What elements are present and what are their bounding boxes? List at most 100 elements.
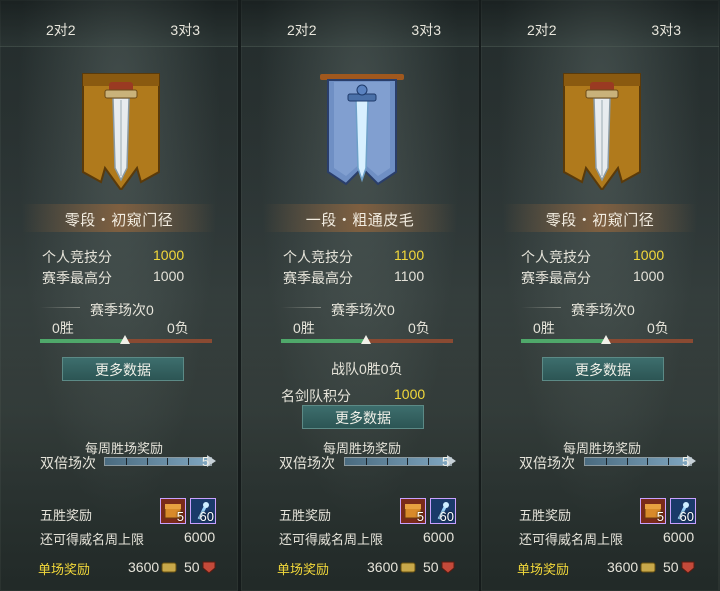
tab-3v3[interactable]: 3对3 <box>411 20 441 40</box>
single-token-value: 50 <box>184 559 200 575</box>
losses-count: 0负 <box>408 320 430 336</box>
progress-tick <box>147 458 148 465</box>
progress-tick <box>126 458 127 465</box>
item-count: 60 <box>679 509 694 524</box>
team-score-label: 名剑队积分 <box>281 388 351 404</box>
tab-3v3[interactable]: 3对3 <box>170 20 200 40</box>
win-loss-marker <box>120 335 130 344</box>
treasure-chest-item-icon[interactable]: 5 <box>400 498 426 524</box>
progress-tick <box>606 458 607 465</box>
item-count: 60 <box>199 509 214 524</box>
prestige-cap-label: 还可得威名周上限 <box>40 532 145 547</box>
season-matches: 赛季场次0 <box>571 302 635 318</box>
season-high-label: 赛季最高分 <box>42 270 112 286</box>
progress-tick <box>627 458 628 465</box>
mode-tabs: 2对2 3对3 <box>481 0 719 47</box>
double-matches-label: 双倍场次 <box>40 455 96 471</box>
more-data-button[interactable]: 更多数据 <box>542 357 664 381</box>
divider <box>40 307 80 308</box>
coin-icon <box>400 562 416 573</box>
single-coin-value: 3600 <box>607 559 639 575</box>
season-high-value: 1000 <box>153 268 185 284</box>
treasure-chest-item-icon[interactable]: 5 <box>640 498 666 524</box>
mode-tabs: 2对2 3对3 <box>241 0 479 47</box>
shield-token-icon <box>681 561 695 574</box>
prestige-cap-label: 还可得威名周上限 <box>519 532 624 547</box>
treasure-chest-item-icon[interactable]: 5 <box>160 498 186 524</box>
double-matches-count: 5 <box>202 454 210 469</box>
more-data-button[interactable]: 更多数据 <box>62 357 184 381</box>
gold-banner-sword-icon <box>563 73 641 190</box>
rank-title: 一段・粗通皮毛 <box>305 212 415 229</box>
gold-banner-sword-icon <box>82 73 160 190</box>
double-matches-count: 5 <box>682 454 690 469</box>
double-matches-progress <box>104 457 212 466</box>
arena-panel-right: 2对2 3对3 零段・初窥门径 个人竞技分 1000 赛季最高分 1000 赛季… <box>481 0 719 591</box>
season-matches: 赛季场次0 <box>90 302 154 318</box>
single-match-reward-label: 单场奖励 <box>277 562 330 577</box>
double-matches-progress <box>344 457 452 466</box>
single-match-reward-label: 单场奖励 <box>38 562 91 577</box>
divider <box>521 307 561 308</box>
win-loss-marker <box>361 335 371 344</box>
progress-tick <box>387 458 388 465</box>
skill-scroll-item-icon[interactable]: 60 <box>430 498 456 524</box>
progress-tick <box>647 458 648 465</box>
item-count: 5 <box>656 509 664 524</box>
coin-icon <box>161 562 177 573</box>
double-matches-label: 双倍场次 <box>519 455 575 471</box>
shield-token-icon <box>202 561 216 574</box>
progress-fill <box>585 458 689 465</box>
losses-count: 0负 <box>647 320 669 336</box>
five-win-reward-label: 五胜奖励 <box>519 508 572 523</box>
personal-score-value: 1100 <box>394 247 425 263</box>
single-token-value: 50 <box>663 559 679 575</box>
team-score-value: 1000 <box>394 386 426 402</box>
progress-tick <box>188 458 189 465</box>
arena-panel-left: 2对2 3对3 零段・初窥门径 个人竞技分 1000 赛季最高分 1000 赛季… <box>0 0 238 591</box>
shield-token-icon <box>441 561 455 574</box>
season-high-label: 赛季最高分 <box>283 270 353 286</box>
prestige-cap-value: 6000 <box>663 529 695 545</box>
prestige-cap-value: 6000 <box>423 529 455 545</box>
single-match-reward-label: 单场奖励 <box>517 562 570 577</box>
more-data-button[interactable]: 更多数据 <box>302 405 424 429</box>
wins-count: 0胜 <box>52 320 74 336</box>
skill-scroll-item-icon[interactable]: 60 <box>190 498 216 524</box>
season-high-value: 1000 <box>633 268 665 284</box>
win-loss-bar <box>281 335 453 344</box>
double-matches-label: 双倍场次 <box>279 455 335 471</box>
tab-2v2[interactable]: 2对2 <box>46 20 76 40</box>
progress-fill <box>345 458 449 465</box>
personal-score-label: 个人竞技分 <box>521 249 591 265</box>
double-matches-count: 5 <box>442 454 450 469</box>
personal-score-value: 1000 <box>633 247 665 263</box>
team-record: 战队0胜0负 <box>331 361 403 377</box>
skill-scroll-item-icon[interactable]: 60 <box>670 498 696 524</box>
season-high-label: 赛季最高分 <box>521 270 591 286</box>
win-loss-bar <box>40 335 212 344</box>
item-count: 5 <box>416 509 424 524</box>
losses-count: 0负 <box>167 320 189 336</box>
arena-panel-middle: 2对2 3对3 一段・粗通皮毛 个人竞技分 1100 赛季最高分 1100 赛季… <box>241 0 479 591</box>
tab-3v3[interactable]: 3对3 <box>651 20 681 40</box>
progress-tick <box>428 458 429 465</box>
five-win-reward-label: 五胜奖励 <box>40 508 93 523</box>
tab-2v2[interactable]: 2对2 <box>527 20 557 40</box>
season-matches: 赛季场次0 <box>331 302 395 318</box>
five-win-reward-label: 五胜奖励 <box>279 508 332 523</box>
win-loss-bar <box>521 335 693 344</box>
personal-score-label: 个人竞技分 <box>42 249 112 265</box>
progress-tick <box>366 458 367 465</box>
rank-title: 零段・初窥门径 <box>545 212 655 229</box>
tab-2v2[interactable]: 2对2 <box>287 20 317 40</box>
blue-banner-sword-icon <box>320 74 404 186</box>
personal-score-label: 个人竞技分 <box>283 249 353 265</box>
weekly-reward-title: 每周胜场奖励 <box>85 441 164 456</box>
wins-count: 0胜 <box>533 320 555 336</box>
single-coin-value: 3600 <box>128 559 160 575</box>
progress-fill <box>105 458 209 465</box>
item-count: 60 <box>439 509 454 524</box>
rank-banner: 零段・初窥门径 <box>22 204 216 232</box>
single-coin-value: 3600 <box>367 559 399 575</box>
